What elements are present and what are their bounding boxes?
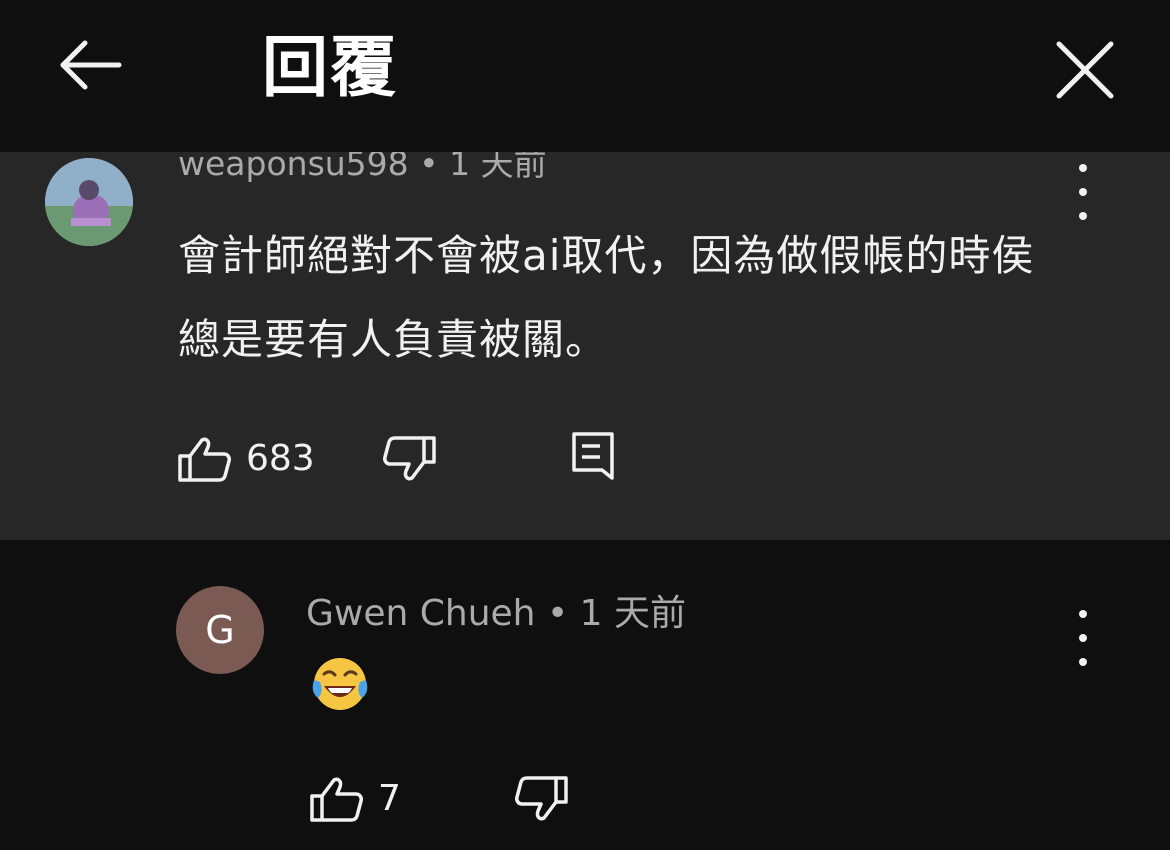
parent-comment: weaponsu598 • 1 天前 會計師絕對不會被ai取代，因為做假帳的時侯… — [0, 152, 1170, 540]
like-button[interactable]: 683 — [178, 436, 315, 482]
more-vertical-icon[interactable] — [1073, 164, 1093, 220]
close-button[interactable] — [1045, 30, 1125, 110]
author-name[interactable]: Gwen Chueh — [306, 593, 535, 634]
back-button[interactable] — [50, 30, 130, 100]
like-count: 7 — [378, 778, 401, 819]
page-title: 回覆 — [262, 29, 398, 106]
thumbs-up-icon — [178, 437, 231, 482]
avatar[interactable]: G — [176, 586, 264, 674]
more-vertical-icon[interactable] — [1073, 610, 1093, 666]
app-header: 回覆 — [0, 0, 1170, 150]
thumbs-up-icon — [310, 777, 363, 822]
close-icon — [1056, 41, 1114, 99]
meta-separator: • — [546, 593, 569, 634]
reply-icon — [572, 432, 614, 480]
face-with-tears-of-joy-icon — [312, 658, 368, 710]
dislike-button[interactable] — [514, 776, 568, 822]
thumbs-down-icon — [515, 776, 568, 821]
dislike-button[interactable] — [382, 436, 436, 482]
timestamp: 1 天前 — [579, 593, 686, 634]
meta-separator: • — [419, 152, 439, 183]
timestamp: 1 天前 — [449, 152, 547, 183]
reply-comment: G Gwen Chueh • 1 天前 7 — [0, 540, 1170, 850]
comment-text: 會計師絕對不會被ai取代，因為做假帳的時侯總是要有人負責被關。 — [178, 231, 1035, 364]
comment-meta: weaponsu598 • 1 天前 — [178, 152, 547, 184]
reply-content — [308, 652, 372, 716]
reply-button[interactable] — [570, 430, 616, 482]
like-button[interactable]: 7 — [310, 776, 401, 822]
author-name[interactable]: weaponsu598 — [178, 152, 409, 183]
comment-meta: Gwen Chueh • 1 天前 — [306, 592, 686, 636]
arrow-left-icon — [60, 40, 122, 90]
like-count: 683 — [246, 438, 315, 479]
thumbs-down-icon — [383, 436, 436, 481]
avatar[interactable] — [45, 158, 133, 246]
